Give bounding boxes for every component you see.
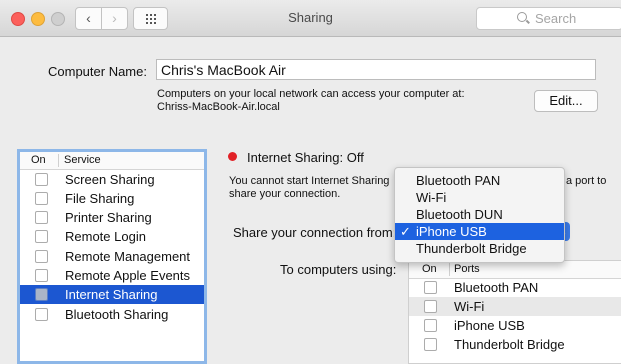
port-label: iPhone USB: [454, 318, 525, 333]
menu-item-bluetooth-dun[interactable]: Bluetooth DUN: [395, 206, 564, 223]
menu-item-label: Bluetooth PAN: [416, 173, 501, 188]
computers-using-label: To computers using:: [280, 262, 397, 277]
service-label: File Sharing: [65, 191, 135, 206]
computer-name-note: Computers on your local network can acce…: [157, 88, 465, 114]
menu-item-label: iPhone USB: [416, 224, 487, 239]
menu-item-label: Thunderbolt Bridge: [416, 241, 527, 256]
service-label: Bluetooth Sharing: [65, 307, 169, 322]
local-hostname: Chriss-MacBook-Air.local: [157, 101, 280, 113]
share-from-label: Share your connection from:: [233, 225, 397, 240]
service-label: Remote Apple Events: [65, 268, 191, 283]
menu-item-thunderbolt-bridge[interactable]: Thunderbolt Bridge: [395, 240, 564, 257]
service-checkbox[interactable]: [35, 308, 48, 321]
header-ports[interactable]: Ports: [454, 263, 480, 275]
port-checkbox[interactable]: [424, 338, 437, 351]
computer-name-label: Computer Name:: [48, 64, 147, 79]
service-row-screen-sharing[interactable]: Screen Sharing: [20, 170, 204, 189]
service-label: Printer Sharing: [65, 210, 152, 225]
search-placeholder: Search: [535, 11, 577, 26]
service-row-remote-login[interactable]: Remote Login: [20, 227, 204, 246]
service-label: Remote Login: [65, 229, 146, 244]
service-checkbox[interactable]: [35, 192, 48, 205]
service-row-internet-sharing[interactable]: Internet Sharing: [20, 285, 204, 304]
port-row-thunderbolt-bridge[interactable]: Thunderbolt Bridge: [409, 335, 621, 354]
checkmark-icon: ✓: [400, 224, 411, 239]
service-label: Screen Sharing: [65, 172, 155, 187]
menu-item-label: Wi-Fi: [416, 190, 447, 205]
service-checkbox[interactable]: [35, 230, 48, 243]
menu-item-wi-fi[interactable]: Wi-Fi: [395, 189, 564, 206]
service-list[interactable]: On Service Screen Sharing File Sharing P…: [17, 149, 207, 364]
menu-item-label: Bluetooth DUN: [416, 207, 503, 222]
sharing-description-line1: You cannot start Internet Sharing: [229, 175, 390, 187]
service-list-header: On Service: [20, 152, 204, 170]
port-checkbox[interactable]: [424, 300, 437, 313]
ports-list-header: On Ports: [409, 261, 621, 279]
port-row-bluetooth-pan[interactable]: Bluetooth PAN: [409, 278, 621, 297]
port-label: Wi-Fi: [454, 299, 485, 314]
header-divider: [58, 154, 59, 167]
sharing-description: You cannot start Internet Sharing share …: [229, 175, 389, 201]
sharing-status: Internet Sharing: Off: [247, 150, 364, 165]
computer-name-note-line1: Computers on your local network can acce…: [157, 88, 465, 100]
port-row-iphone-usb[interactable]: iPhone USB: [409, 316, 621, 335]
service-checkbox[interactable]: [35, 250, 48, 263]
service-row-printer-sharing[interactable]: Printer Sharing: [20, 208, 204, 227]
title-bar: ‹ › Sharing Search: [0, 0, 621, 37]
edit-hostname-button[interactable]: Edit...: [534, 90, 598, 112]
sharing-description-tail: a port to: [566, 175, 607, 187]
ports-list[interactable]: On Ports Bluetooth PAN Wi-Fi iPhone USB …: [408, 260, 621, 364]
service-row-file-sharing[interactable]: File Sharing: [20, 189, 204, 208]
menu-item-iphone-usb[interactable]: ✓ iPhone USB: [395, 223, 564, 240]
port-label: Bluetooth PAN: [454, 280, 539, 295]
header-on[interactable]: On: [31, 154, 46, 166]
service-row-bluetooth-sharing[interactable]: Bluetooth Sharing: [20, 305, 204, 324]
service-row-remote-apple-events[interactable]: Remote Apple Events: [20, 266, 204, 285]
computer-name-input[interactable]: Chris's MacBook Air: [156, 59, 596, 80]
service-checkbox[interactable]: [35, 211, 48, 224]
port-checkbox[interactable]: [424, 281, 437, 294]
port-label: Thunderbolt Bridge: [454, 337, 565, 352]
sharing-description-line2: share your connection.: [229, 188, 341, 200]
service-checkbox[interactable]: [35, 173, 48, 186]
port-row-wi-fi[interactable]: Wi-Fi: [409, 297, 621, 316]
service-label: Internet Sharing: [65, 287, 158, 302]
service-row-remote-management[interactable]: Remote Management: [20, 247, 204, 266]
search-field[interactable]: Search: [476, 7, 621, 30]
header-divider: [449, 263, 450, 276]
search-icon: [517, 12, 527, 22]
status-indicator-icon: [228, 152, 237, 161]
service-checkbox[interactable]: [35, 288, 48, 301]
service-label: Remote Management: [65, 249, 191, 264]
header-service[interactable]: Service: [64, 154, 101, 166]
service-checkbox[interactable]: [35, 269, 48, 282]
menu-item-bluetooth-pan[interactable]: Bluetooth PAN: [395, 172, 564, 189]
share-from-dropdown-menu[interactable]: Bluetooth PAN Wi-Fi Bluetooth DUN ✓ iPhon…: [394, 167, 565, 263]
header-on[interactable]: On: [422, 263, 437, 275]
port-checkbox[interactable]: [424, 319, 437, 332]
